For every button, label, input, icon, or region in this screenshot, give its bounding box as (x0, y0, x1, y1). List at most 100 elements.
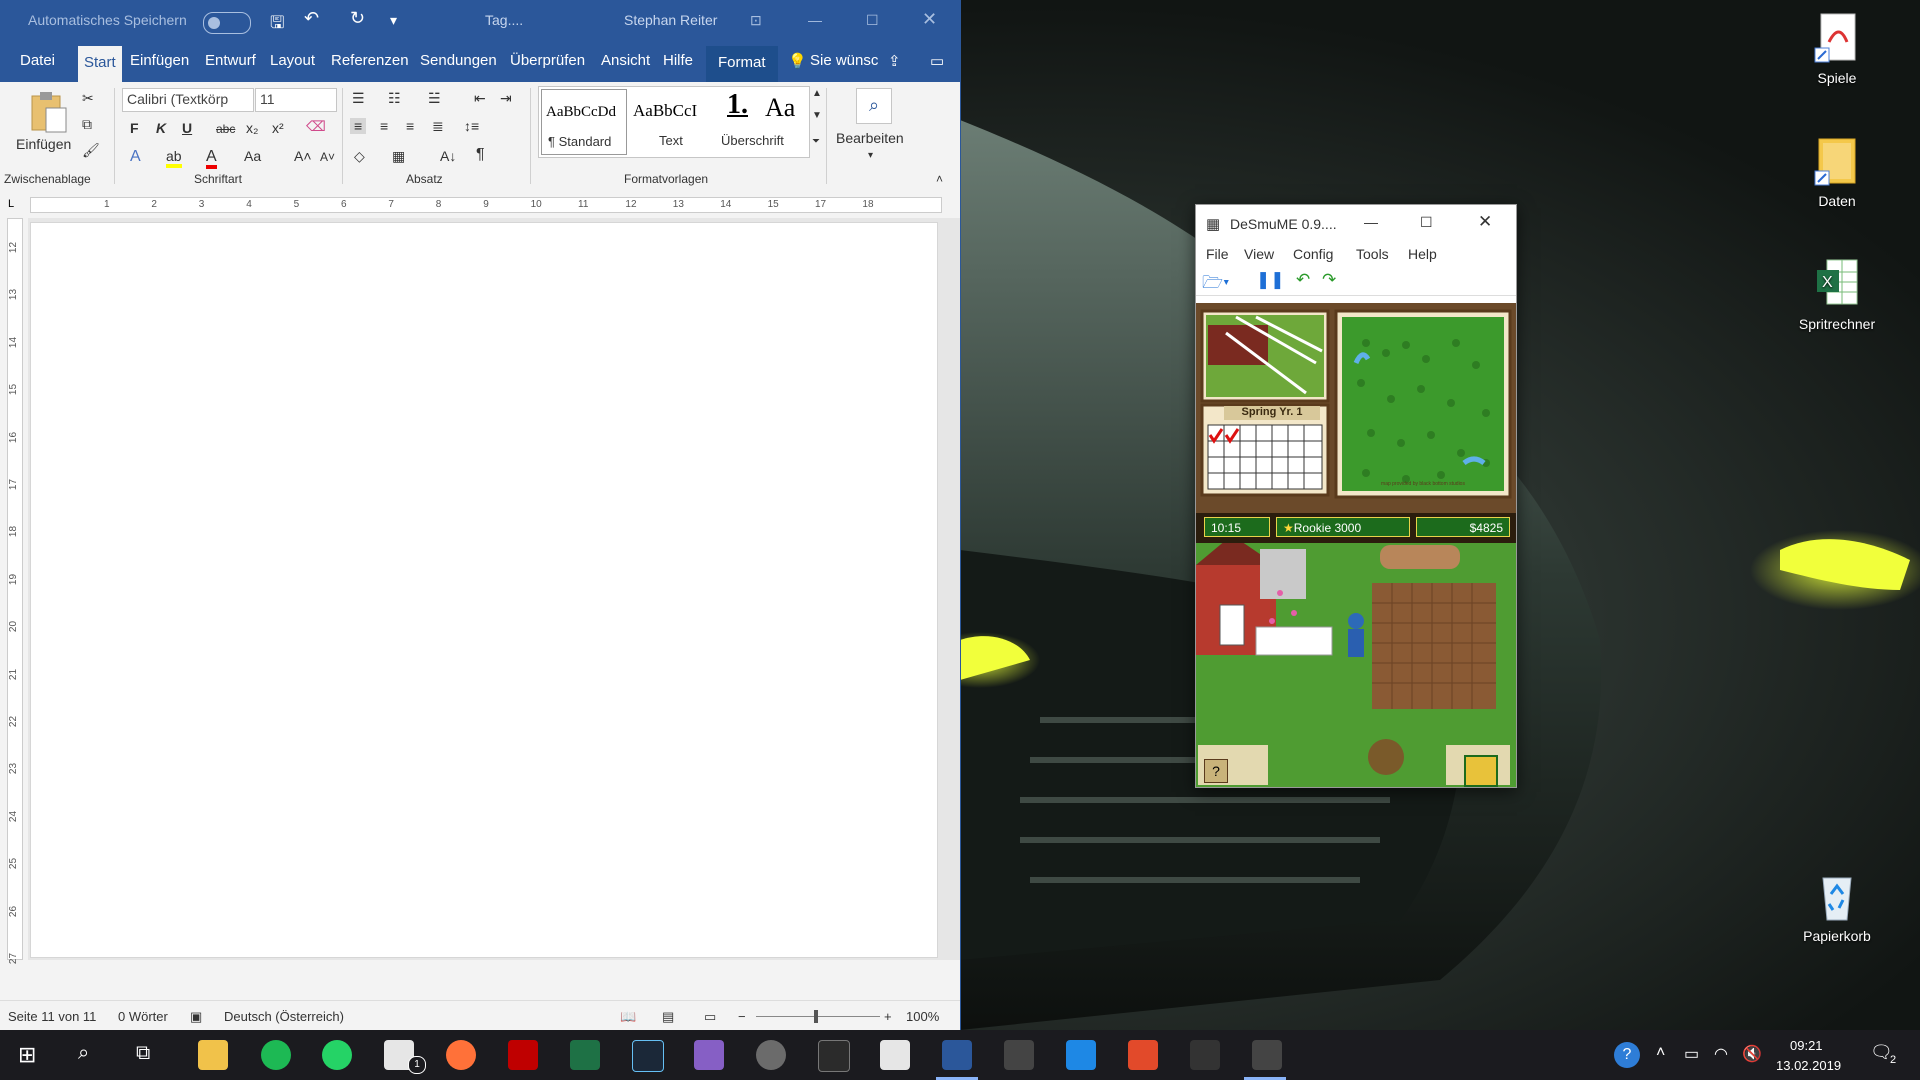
close-icon[interactable]: ✕ (1478, 212, 1492, 232)
format-painter-icon[interactable]: 🖌 (82, 142, 100, 159)
unity-icon[interactable] (1190, 1040, 1220, 1070)
share-icon[interactable]: ⇪ (884, 52, 905, 70)
tab-referenzen[interactable]: Referenzen (327, 52, 413, 69)
tab-format[interactable]: Format (706, 46, 778, 82)
superscript-icon[interactable]: x² (272, 120, 284, 136)
zoom-out-icon[interactable]: − (738, 1009, 746, 1024)
styles-more-icon[interactable]: ⏷ (812, 136, 820, 147)
sort-icon[interactable]: A↓ (440, 148, 456, 164)
increase-indent-icon[interactable]: ⇥ (500, 90, 512, 107)
desktop-icon-daten[interactable]: Daten (1782, 135, 1892, 209)
tab-ueberpruefen[interactable]: Überprüfen (506, 52, 589, 69)
rotate-right-icon[interactable]: ↷ (1322, 270, 1336, 290)
wifi-icon[interactable]: ◠ (1714, 1044, 1728, 1064)
help-icon[interactable]: ? (1204, 759, 1228, 783)
menu-help[interactable]: Help (1408, 246, 1437, 262)
print-layout-icon[interactable]: ▤ (662, 1009, 674, 1025)
subscript-icon[interactable]: x₂ (246, 120, 258, 136)
proofing-icon[interactable]: ▣ (190, 1009, 202, 1025)
undo-icon[interactable]: ↶ (304, 8, 319, 29)
line-spacing-icon[interactable]: ↕≡ (464, 118, 479, 134)
shading-icon[interactable]: ◇ (354, 148, 365, 165)
redo-icon[interactable]: ↻ (350, 8, 365, 29)
chevron-down-icon[interactable]: ▾ (868, 150, 873, 161)
style-standard[interactable]: AaBbCcDd ¶ Standard (541, 89, 627, 155)
page-count[interactable]: Seite 11 von 11 (8, 1009, 96, 1024)
bold-button[interactable]: F (130, 120, 139, 136)
clear-formatting-icon[interactable]: ⌫ (306, 118, 326, 135)
tab-start[interactable]: Start (78, 46, 122, 82)
ds-game-screen[interactable]: 10:15 ★Rookie 3000 $4825 Spring Yr. 1 ma… (1196, 303, 1516, 787)
menu-tools[interactable]: Tools (1356, 246, 1389, 262)
shrink-font-icon[interactable]: A˅ (320, 150, 335, 164)
web-layout-icon[interactable]: ▭ (704, 1009, 716, 1025)
pause-icon[interactable]: ❚❚ (1256, 270, 1285, 290)
excel-icon[interactable] (570, 1040, 600, 1070)
search-icon[interactable]: ⌕ (78, 1042, 89, 1065)
cut-icon[interactable]: ✂ (82, 90, 94, 107)
filezilla-icon[interactable] (508, 1040, 538, 1070)
app-icon[interactable] (1066, 1040, 1096, 1070)
italic-button[interactable]: K (156, 120, 166, 136)
battery-icon[interactable]: ▭ (1684, 1044, 1699, 1064)
maximize-icon[interactable]: ☐ (1420, 214, 1433, 231)
zoom-in-icon[interactable]: + (884, 1009, 892, 1024)
close-icon[interactable]: ✕ (922, 9, 937, 30)
zoom-level[interactable]: 100% (906, 1009, 939, 1024)
chevron-up-icon[interactable]: ˄ (1656, 1044, 1665, 1062)
menu-view[interactable]: View (1244, 246, 1274, 262)
tell-me-search[interactable]: Sie wünsc (806, 52, 882, 69)
font-size-field[interactable]: 11 (255, 88, 337, 112)
calculator-icon[interactable] (880, 1040, 910, 1070)
save-icon[interactable]: 🖫 (270, 10, 284, 39)
tab-datei[interactable]: Datei (16, 52, 59, 69)
tab-layout[interactable]: Layout (266, 52, 319, 69)
ribbon-display-options-icon[interactable]: ⊡ (750, 12, 762, 29)
minimize-icon[interactable]: — (808, 12, 822, 28)
minimize-icon[interactable]: — (1364, 214, 1378, 230)
strikethrough-button[interactable]: abc (216, 122, 235, 136)
clock-date[interactable]: 13.02.2019 (1776, 1058, 1841, 1073)
user-name[interactable]: Stephan Reiter (624, 12, 717, 28)
change-case-icon[interactable]: Aa (244, 148, 261, 164)
decrease-indent-icon[interactable]: ⇤ (474, 90, 486, 107)
text-effects-icon[interactable]: A (130, 148, 141, 166)
tab-einfuegen[interactable]: Einfügen (126, 52, 193, 69)
styles-scroll-up-icon[interactable]: ▲ (812, 88, 822, 99)
clipboard-paste-icon[interactable] (28, 90, 68, 134)
clock-time[interactable]: 09:21 (1790, 1038, 1823, 1053)
start-windows-icon[interactable]: ⊞ (18, 1042, 36, 1068)
tab-entwurf[interactable]: Entwurf (201, 52, 260, 69)
word-icon[interactable] (942, 1040, 972, 1070)
help-icon[interactable]: ? (1614, 1042, 1640, 1068)
app-icon[interactable] (1004, 1040, 1034, 1070)
language-indicator[interactable]: Deutsch (Österreich) (224, 1009, 344, 1024)
app-icon[interactable] (818, 1040, 850, 1072)
whatsapp-icon[interactable] (322, 1040, 352, 1070)
styles-scroll-down-icon[interactable]: ▼ (812, 110, 822, 121)
tool-icon[interactable] (1464, 755, 1498, 787)
file-explorer-icon[interactable] (198, 1040, 228, 1070)
autosave-toggle[interactable] (203, 12, 251, 34)
editing-button[interactable]: Bearbeiten (836, 130, 904, 146)
maximize-icon[interactable]: ☐ (866, 12, 879, 29)
borders-icon[interactable]: ▦ (392, 148, 405, 165)
align-center-icon[interactable]: ≡ (380, 118, 388, 134)
desktop-icon-papierkorb[interactable]: Papierkorb (1782, 870, 1892, 944)
menu-config[interactable]: Config (1293, 246, 1333, 262)
paste-button[interactable]: Einfügen (16, 136, 71, 152)
zoom-slider-thumb[interactable] (814, 1010, 818, 1023)
document-page[interactable] (30, 222, 938, 958)
read-mode-icon[interactable]: 📖 (620, 1009, 636, 1025)
spotify-icon[interactable] (261, 1040, 291, 1070)
app-icon[interactable] (756, 1040, 786, 1070)
steam-icon[interactable] (632, 1040, 664, 1072)
tab-selector-icon[interactable]: L (8, 198, 14, 210)
copy-icon[interactable]: ⧉ (82, 116, 92, 133)
numbering-icon[interactable]: ☷ (388, 90, 401, 107)
grow-font-icon[interactable]: A˄ (294, 148, 312, 164)
underline-button[interactable]: U (182, 120, 192, 136)
style-ueberschrift[interactable]: 1. Aa Überschrift (719, 89, 803, 153)
desmume-icon[interactable] (1252, 1040, 1282, 1070)
menu-file[interactable]: File (1206, 246, 1229, 262)
